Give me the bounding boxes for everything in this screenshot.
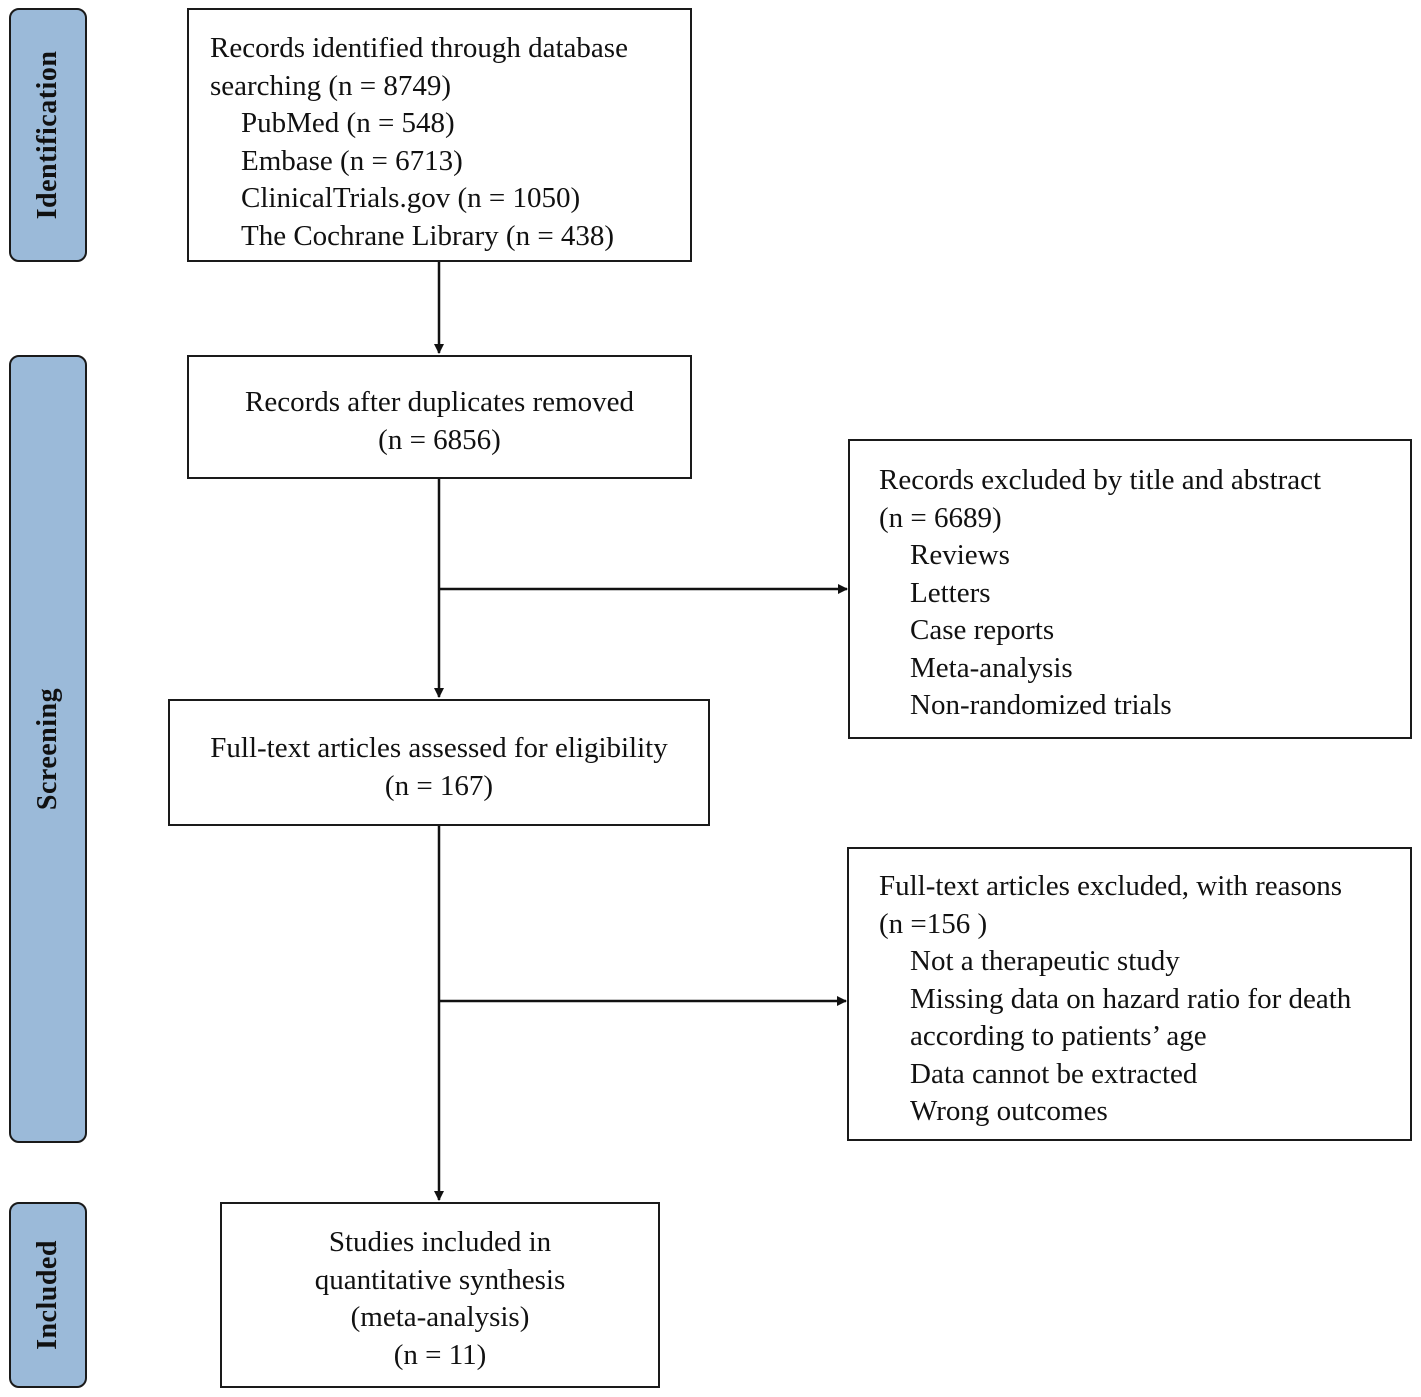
source-embase: Embase (n = 6713) xyxy=(241,144,463,177)
identified-line-2: searching (n = 8749) xyxy=(210,69,452,102)
box-studies-included: Studies included in quantitative synthes… xyxy=(220,1202,660,1388)
source-cochrane: The Cochrane Library (n = 438) xyxy=(241,219,615,252)
reason-meta-analysis: Meta-analysis xyxy=(910,651,1073,684)
reason-wrong-outcomes: Wrong outcomes xyxy=(910,1095,1108,1127)
reason-cannot-extract: Data cannot be extracted xyxy=(910,1057,1198,1090)
included-line-2: quantitative synthesis xyxy=(314,1263,566,1296)
reason-missing-hr-cont: according to patients’ age xyxy=(910,1020,1207,1052)
assessed-line-1: Full-text articles assessed for eligibil… xyxy=(210,732,668,764)
reason-non-randomized: Non-randomized trials xyxy=(910,689,1172,721)
reason-not-therapeutic: Not a therapeutic study xyxy=(910,945,1180,977)
included-line-4: (n = 11) xyxy=(393,1338,487,1371)
included-line-3: (meta-analysis) xyxy=(350,1301,530,1333)
box-records-identified: Records identified through database sear… xyxy=(187,8,692,262)
excluded-ta-line-1: Records excluded by title and abstract xyxy=(879,464,1322,496)
ft-excluded-line-1: Full-text articles excluded, with reason… xyxy=(879,870,1343,902)
identified-line-1: Records identified through database xyxy=(210,32,628,64)
box-excluded-title-abstract: Records excluded by title and abstract (… xyxy=(848,439,1412,739)
box-fulltext-assessed: Full-text articles assessed for eligibil… xyxy=(168,699,710,826)
reason-letters: Letters xyxy=(910,576,991,609)
duplicates-line-1: Records after duplicates removed xyxy=(245,386,634,418)
reason-reviews: Reviews xyxy=(910,539,1010,571)
source-clinicaltrials: ClinicalTrials.gov (n = 1050) xyxy=(241,182,581,214)
reason-case-reports: Case reports xyxy=(910,614,1055,646)
source-pubmed: PubMed (n = 548) xyxy=(241,107,455,139)
reason-missing-hr: Missing data on hazard ratio for death xyxy=(910,982,1352,1015)
duplicates-line-2: (n = 6856) xyxy=(378,423,501,456)
assessed-line-2: (n = 167) xyxy=(384,769,494,802)
excluded-ta-line-2: (n = 6689) xyxy=(879,501,1002,534)
box-after-duplicates: Records after duplicates removed (n = 68… xyxy=(187,355,692,479)
included-line-1: Studies included in xyxy=(328,1226,552,1258)
box-fulltext-excluded: Full-text articles excluded, with reason… xyxy=(847,847,1412,1141)
ft-excluded-line-2: (n =156 ) xyxy=(879,907,988,940)
